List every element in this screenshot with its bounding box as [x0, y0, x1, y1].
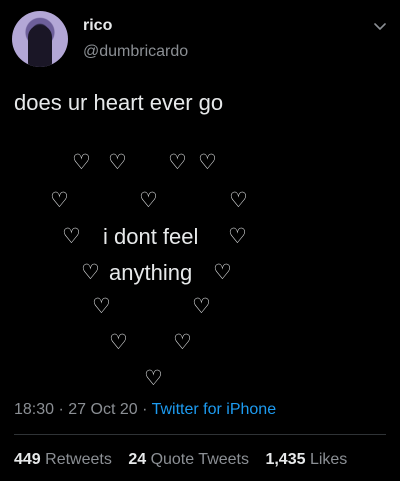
retweets-label: Retweets	[45, 451, 112, 468]
heart-art: ♡ ♡ ♡ ♡ ♡ ♡ ♡ ♡ i dont feel ♡ ♡ anything…	[0, 148, 400, 390]
engagement-stats: 449 Retweets 24 Quote Tweets 1,435 Likes	[14, 451, 359, 469]
heart-glyph: ♡	[92, 295, 111, 318]
chevron-down-icon[interactable]	[372, 18, 388, 34]
heart-glyph: ♡	[198, 151, 217, 174]
heart-glyph: ♡	[50, 189, 69, 212]
divider	[14, 434, 386, 435]
quote-tweets-count: 24	[128, 451, 147, 468]
likes-label: Likes	[309, 451, 348, 468]
meta-separator: ·	[142, 401, 148, 418]
author-name[interactable]: rico	[83, 17, 112, 35]
retweets-count: 449	[14, 451, 41, 468]
tweet-text-line: anything	[109, 260, 193, 285]
avatar-figure	[28, 25, 52, 67]
retweets-stat[interactable]: 449 Retweets	[14, 451, 112, 468]
heart-glyph: ♡	[81, 261, 100, 284]
tweet-time[interactable]: 18:30	[14, 401, 54, 418]
quote-tweets-label: Quote Tweets	[150, 451, 249, 468]
heart-glyph: ♡	[213, 261, 232, 284]
heart-glyph: ♡	[228, 225, 247, 248]
heart-glyph: ♡	[62, 225, 81, 248]
likes-stat[interactable]: 1,435 Likes	[265, 451, 347, 468]
heart-glyph: ♡	[139, 189, 158, 212]
tweet-date[interactable]: 27 Oct 20	[68, 401, 137, 418]
likes-count: 1,435	[265, 451, 306, 468]
tweet-text-line: i dont feel	[103, 224, 199, 249]
heart-glyph: ♡	[72, 151, 91, 174]
author-handle[interactable]: @dumbricardo	[83, 43, 188, 61]
heart-glyph: ♡	[229, 189, 248, 212]
meta-separator: ·	[58, 401, 64, 418]
tweet-meta: 18:30 · 27 Oct 20 · Twitter for iPhone	[14, 401, 276, 419]
tweet-source-link[interactable]: Twitter for iPhone	[152, 401, 277, 418]
heart-glyph: ♡	[109, 331, 128, 354]
heart-glyph: ♡	[108, 151, 127, 174]
heart-glyph: ♡	[173, 331, 192, 354]
heart-glyph: ♡	[144, 367, 163, 390]
heart-glyph: ♡	[168, 151, 187, 174]
avatar[interactable]	[12, 11, 68, 67]
quote-tweets-stat[interactable]: 24 Quote Tweets	[128, 451, 249, 468]
heart-glyph: ♡	[192, 295, 211, 318]
tweet-text-line: does ur heart ever go	[14, 90, 224, 115]
